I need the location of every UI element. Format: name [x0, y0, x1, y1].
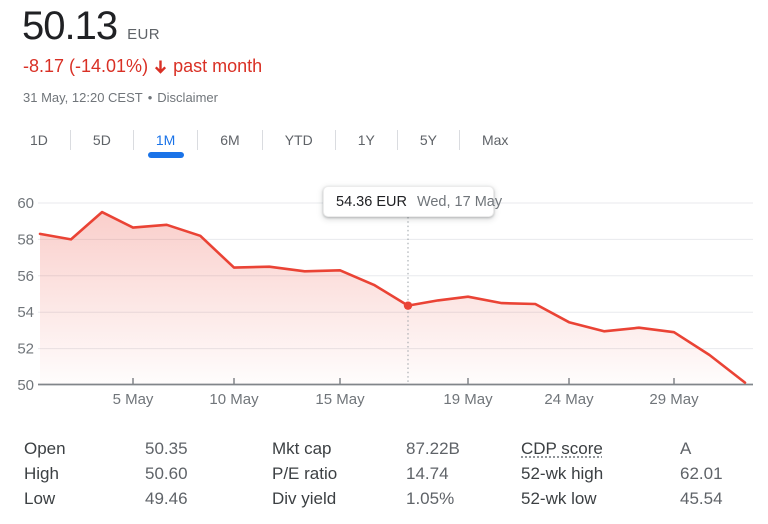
- price-chart[interactable]: 6058565452505 May10 May15 May19 May24 Ma…: [0, 0, 768, 524]
- y-axis-label: 60: [17, 195, 34, 212]
- y-axis-label: 52: [17, 341, 34, 358]
- stat-row-52-wk-low: 52-wk low 45.54: [521, 486, 723, 511]
- stat-value: 49.46: [145, 489, 188, 508]
- chart-hover-region[interactable]: [38, 195, 753, 407]
- stat-label: Low: [24, 489, 56, 508]
- stat-label[interactable]: CDP score: [521, 439, 603, 458]
- stat-label: Mkt cap: [272, 439, 332, 458]
- stat-value: A: [680, 439, 692, 458]
- stats-column: CDP score A 52-wk high 62.01 52-wk low 45.54: [521, 436, 723, 511]
- stat-value: 62.01: [680, 464, 723, 483]
- stat-value: 50.35: [145, 439, 188, 458]
- stat-label: Div yield: [272, 489, 337, 508]
- stats-column: Mkt cap 87.22B P/E ratio 14.74 Div yield 1.05…: [272, 436, 460, 511]
- finance-quote-page: 50.13 EUR -8.17 (-14.01%) past month 31 …: [0, 0, 768, 524]
- stat-value: 45.54: [680, 489, 723, 508]
- stat-row-52-wk-high: 52-wk high 62.01: [521, 461, 723, 486]
- stats-column: Open 50.35 High 50.60 Low 49.46: [24, 436, 188, 511]
- y-axis-label: 58: [17, 231, 34, 248]
- stat-value: 50.60: [145, 464, 188, 483]
- y-axis-label: 50: [17, 377, 34, 394]
- y-axis-label: 56: [17, 268, 34, 285]
- stat-row-cdp-score: CDP score A: [521, 436, 691, 461]
- stat-row-high: High 50.60: [24, 461, 188, 486]
- tooltip-price: 54.36 EUR: [336, 193, 407, 210]
- stat-value: 14.74: [406, 464, 449, 483]
- stat-label: 52-wk high: [521, 464, 604, 483]
- stat-row-p-e-ratio: P/E ratio 14.74: [272, 461, 449, 486]
- stat-label: 52-wk low: [521, 489, 597, 508]
- chart-tooltip: 54.36 EUR Wed, 17 May: [323, 186, 502, 217]
- tooltip-date: Wed, 17 May: [416, 193, 503, 210]
- stat-row-mkt-cap: Mkt cap 87.22B: [272, 436, 460, 461]
- stat-row-div-yield: Div yield 1.05%: [272, 486, 454, 511]
- stat-row-low: Low 49.46: [24, 486, 188, 511]
- stat-label: High: [24, 464, 59, 483]
- stat-row-open: Open 50.35: [24, 436, 188, 461]
- stat-value: 87.22B: [406, 439, 460, 458]
- stat-label: Open: [24, 439, 66, 458]
- stat-label: P/E ratio: [272, 464, 338, 483]
- stat-value: 1.05%: [406, 489, 455, 508]
- y-axis-label: 54: [17, 304, 34, 321]
